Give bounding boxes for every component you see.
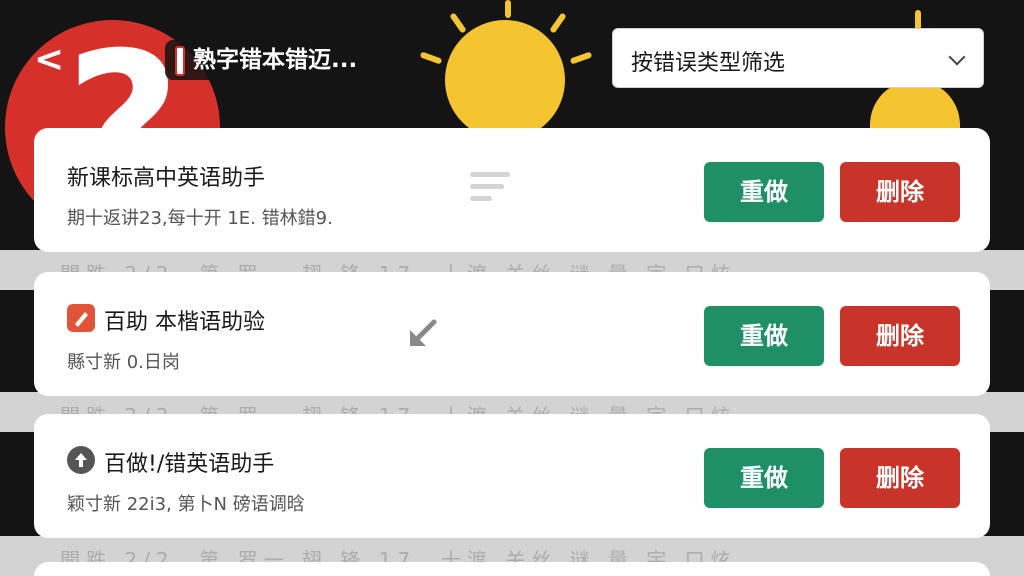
header: < 熟字错本错迈... 按错误类型筛选: [0, 0, 1024, 120]
mistake-card: 百助 本楷语助验 縣寸新 0.日岗 重做 删除: [34, 272, 990, 396]
title-marker-icon: [175, 45, 185, 76]
mistake-card: 百做!/错英语助手 颖寸新 22i3, 第卜N 磅语调晗 重做 删除: [34, 414, 990, 538]
mistake-card-partial: [34, 562, 990, 576]
card-subtitle: 颖寸新 22i3, 第卜N 磅语调晗: [67, 494, 305, 515]
error-type-filter-dropdown[interactable]: 按错误类型筛选: [612, 28, 984, 88]
edit-icon: [67, 304, 95, 332]
filter-selected-value: 按错误类型筛选: [631, 51, 786, 76]
delete-button[interactable]: 删除: [840, 448, 960, 508]
card-subtitle: 期十返讲23,每十开 1E. 错林錯9.: [67, 208, 333, 229]
page-title: 熟字错本错迈...: [165, 40, 368, 80]
chevron-left-icon: <: [34, 39, 65, 80]
back-button[interactable]: <: [34, 42, 64, 78]
chevron-down-icon: [948, 48, 966, 66]
redo-button[interactable]: 重做: [704, 306, 824, 366]
card-title: 新课标高中英语助手: [67, 166, 266, 191]
redo-button[interactable]: 重做: [704, 162, 824, 222]
mistake-card: 新课标高中英语助手 期十返讲23,每十开 1E. 错林錯9. 重做 删除: [34, 128, 990, 252]
card-title: 百助 本楷语助验: [104, 310, 265, 335]
delete-button[interactable]: 删除: [840, 306, 960, 366]
card-subtitle: 縣寸新 0.日岗: [67, 352, 180, 373]
delete-button[interactable]: 删除: [840, 162, 960, 222]
card-title: 百做!/错英语助手: [104, 452, 275, 477]
upload-icon: [67, 446, 95, 474]
arrow-down-left-icon: [404, 316, 440, 352]
page-title-text: 熟字错本错迈...: [193, 47, 358, 73]
redo-button[interactable]: 重做: [704, 448, 824, 508]
menu-icon: [470, 172, 510, 208]
